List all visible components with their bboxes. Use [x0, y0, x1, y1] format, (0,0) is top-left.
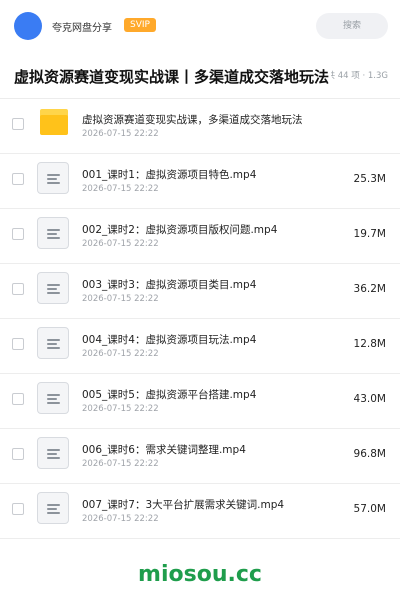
watermark: miosou.cc [138, 562, 262, 587]
file-name: 001_课时1：虚拟资源项目特色.mp4 [82, 169, 257, 181]
document-icon [37, 217, 69, 249]
file-row[interactable]: 007_课时7：3大平台扩展需求关键词.mp4 2026-07-15 22:22 5… [0, 484, 400, 539]
file-date: 2026-07-15 22:22 [82, 129, 159, 139]
row-checkbox[interactable] [12, 503, 24, 515]
search-input[interactable]: 搜索 [316, 13, 388, 39]
row-checkbox[interactable] [12, 448, 24, 460]
document-icon [37, 437, 69, 469]
file-name: 003_课时3：虚拟资源项目类目.mp4 [82, 279, 257, 291]
document-icon [37, 382, 69, 414]
file-size: 96.8M [353, 448, 386, 460]
file-size: 43.0M [353, 393, 386, 405]
file-name: 002_课时2：虚拟资源项目版权问题.mp4 [82, 224, 278, 236]
file-row[interactable]: 004_课时4：虚拟资源项目玩法.mp4 2026-07-15 22:22 12.8… [0, 319, 400, 374]
file-row[interactable]: 001_课时1：虚拟资源项目特色.mp4 2026-07-15 22:22 25.3… [0, 154, 400, 209]
row-checkbox[interactable] [12, 228, 24, 240]
svip-badge: SVIP [124, 18, 156, 32]
folder-meta: 共 44 项 · 1.3G [326, 71, 388, 81]
header: 夸克网盘分享 SVIP 搜索 [0, 0, 400, 53]
file-size: 36.2M [353, 283, 386, 295]
folder-icon [40, 109, 68, 135]
row-checkbox[interactable] [12, 173, 24, 185]
folder-title-bar: 虚拟资源赛道变现实战课丨多渠道成交落地玩法 共 44 项 · 1.3G [0, 52, 400, 99]
document-icon [37, 272, 69, 304]
page-title: 虚拟资源赛道变现实战课丨多渠道成交落地玩法 [14, 66, 332, 87]
file-row[interactable]: 006_课时6：需求关键词整理.mp4 2026-07-15 22:22 96.8M [0, 429, 400, 484]
file-date: 2026-07-15 22:22 [82, 404, 159, 414]
file-name: 006_课时6：需求关键词整理.mp4 [82, 444, 246, 456]
file-date: 2026-07-15 22:22 [82, 239, 159, 249]
file-row[interactable]: 005_课时5：虚拟资源平台搭建.mp4 2026-07-15 22:22 43.0… [0, 374, 400, 429]
file-name: 007_课时7：3大平台扩展需求关键词.mp4 [82, 499, 285, 511]
file-size: 57.0M [353, 503, 386, 515]
row-checkbox[interactable] [12, 118, 24, 130]
file-size: 19.7M [353, 228, 386, 240]
file-size: 12.8M [353, 338, 386, 350]
file-date: 2026-07-15 22:22 [82, 294, 159, 304]
row-checkbox[interactable] [12, 338, 24, 350]
file-date: 2026-07-15 22:22 [82, 349, 159, 359]
document-icon [37, 327, 69, 359]
row-checkbox[interactable] [12, 393, 24, 405]
brand-name: 夸克网盘分享 [52, 23, 112, 34]
file-name: 005_课时5：虚拟资源平台搭建.mp4 [82, 389, 257, 401]
share-page: 夸克网盘分享 SVIP 搜索 虚拟资源赛道变现实战课丨多渠道成交落地玩法 共 4… [0, 0, 400, 600]
row-checkbox[interactable] [12, 283, 24, 295]
file-list: 虚拟资源赛道变现实战课，多渠道成交落地玩法 2026-07-15 22:22 001… [0, 99, 400, 539]
file-size: 25.3M [353, 173, 386, 185]
file-date: 2026-07-15 22:22 [82, 184, 159, 194]
document-icon [37, 492, 69, 524]
file-date: 2026-07-15 22:22 [82, 514, 159, 524]
avatar[interactable] [14, 12, 42, 40]
folder-row[interactable]: 虚拟资源赛道变现实战课，多渠道成交落地玩法 2026-07-15 22:22 [0, 99, 400, 154]
file-name: 004_课时4：虚拟资源项目玩法.mp4 [82, 334, 257, 346]
document-icon [37, 162, 69, 194]
file-row[interactable]: 002_课时2：虚拟资源项目版权问题.mp4 2026-07-15 22:22 19… [0, 209, 400, 264]
file-date: 2026-07-15 22:22 [82, 459, 159, 469]
file-name: 虚拟资源赛道变现实战课，多渠道成交落地玩法 [82, 114, 303, 126]
file-row[interactable]: 003_课时3：虚拟资源项目类目.mp4 2026-07-15 22:22 36.2… [0, 264, 400, 319]
